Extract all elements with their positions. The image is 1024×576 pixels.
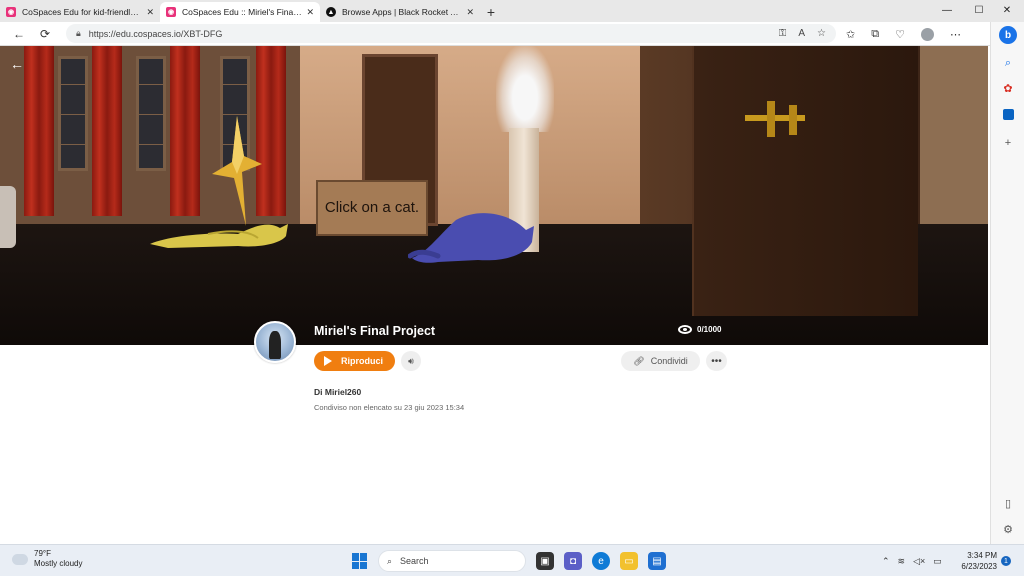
wifi-icon[interactable]: ≋ — [898, 556, 906, 567]
clock[interactable]: 3:34 PM 6/23/2023 — [955, 550, 997, 572]
steam — [496, 46, 554, 132]
play-icon — [324, 356, 332, 366]
link-icon: 🔗︎ — [633, 355, 645, 366]
profile-avatar[interactable] — [920, 27, 934, 41]
favorites-icon[interactable]: ✩ — [846, 28, 855, 41]
view-counter: 0/1000 — [678, 325, 721, 334]
url-field[interactable]: 🔒︎ https://edu.cospaces.io/XBT-DFG ⚿ A ☆ — [66, 24, 836, 43]
wolf-silhouette-icon — [269, 331, 281, 359]
tab-label: CoSpaces Edu for kid-friendly 3D — [22, 7, 143, 17]
curtain — [92, 46, 122, 216]
back-arrow-icon[interactable]: ← — [10, 56, 24, 72]
file-explorer-icon[interactable]: ▭ — [620, 552, 638, 570]
volume-muted-icon[interactable]: ◁× — [913, 556, 925, 567]
copilot-icon[interactable]: ✿ — [991, 77, 1024, 99]
tab-label: Browse Apps | Black Rocket Arca — [342, 7, 463, 17]
play-button[interactable]: Riproduci — [314, 351, 395, 371]
speaker-icon: 🔊︎ — [408, 355, 414, 366]
battery-icon[interactable]: ▭ — [933, 556, 942, 567]
microsoft-store-icon[interactable]: ▤ — [648, 552, 666, 570]
edge-sidebar: b ⌕ ✿ + ▯ ⚙ — [990, 22, 1024, 544]
notification-badge[interactable]: 1 — [1001, 556, 1011, 566]
url-text: https://edu.cospaces.io/XBT-DFG — [88, 28, 223, 39]
share-label: Condividi — [650, 356, 688, 366]
lock-icon: 🔒︎ — [76, 28, 81, 38]
extensions-icon[interactable]: ♡ — [895, 28, 905, 41]
tab-bar: ◉ CoSpaces Edu for kid-friendly 3D ✕ ◉ C… — [0, 0, 1024, 22]
tab-close-icon[interactable]: ✕ — [306, 7, 314, 18]
author-avatar[interactable] — [254, 321, 296, 363]
author-name[interactable]: Di Miriel260 — [314, 387, 361, 397]
door-handle-icon — [745, 101, 805, 137]
key-icon[interactable]: ⚿ — [779, 28, 787, 39]
more-menu-icon[interactable]: ⋯ — [950, 28, 961, 41]
search-icon[interactable]: ⌕ — [991, 52, 1024, 74]
tab-label: CoSpaces Edu :: Miriel's Final Proj — [182, 7, 303, 17]
weather-widget[interactable]: 79°F Mostly cloudy — [9, 549, 83, 569]
favorite-star-icon[interactable]: ☆ — [817, 28, 826, 39]
wardrobe-door — [692, 46, 918, 316]
chevron-up-icon[interactable]: ⌃ — [882, 556, 890, 567]
project-title: Miriel's Final Project — [314, 324, 436, 338]
weather-condition: Mostly cloudy — [34, 559, 83, 568]
black-rocket-favicon-icon: ▲ — [326, 7, 336, 17]
address-bar: ← ⟳ 🔒︎ https://edu.cospaces.io/XBT-DFG ⚿… — [0, 22, 990, 46]
edge-browser-icon[interactable]: e — [592, 552, 610, 570]
task-view-icon[interactable]: ▣ — [536, 552, 554, 570]
taskbar-search[interactable]: ⌕ Search — [378, 550, 526, 572]
teams-chat-icon[interactable]: ◘ — [564, 552, 582, 570]
outlook-icon[interactable] — [991, 103, 1024, 125]
new-tab-button[interactable]: + — [480, 2, 502, 22]
minimize-button[interactable]: — — [930, 0, 964, 20]
play-label: Riproduci — [341, 356, 383, 366]
sound-button[interactable]: 🔊︎ — [401, 351, 421, 371]
more-options-button[interactable]: ••• — [706, 351, 727, 371]
3d-scene-viewer[interactable]: Click on a cat. ← Miriel's Final Project… — [0, 46, 988, 345]
close-window-button[interactable]: ✕ — [990, 0, 1024, 20]
start-button[interactable] — [352, 553, 368, 569]
add-icon[interactable]: + — [991, 132, 1024, 154]
tab-black-rocket[interactable]: ▲ Browse Apps | Black Rocket Arca ✕ — [320, 2, 480, 22]
sidebar-toggle-icon[interactable]: ▯ — [991, 492, 1024, 514]
tab-cospaces-home[interactable]: ◉ CoSpaces Edu for kid-friendly 3D ✕ — [0, 2, 160, 22]
blue-cat[interactable] — [408, 206, 536, 264]
cospaces-favicon-icon: ◉ — [166, 7, 176, 17]
share-button[interactable]: 🔗︎ Condividi — [621, 351, 700, 371]
tab-miriel-project[interactable]: ◉ CoSpaces Edu :: Miriel's Final Proj ✕ — [160, 2, 320, 22]
left-object — [0, 186, 16, 248]
settings-gear-icon[interactable]: ⚙ — [991, 518, 1024, 540]
search-icon: ⌕ — [387, 555, 393, 566]
date: 6/23/2023 — [961, 562, 997, 571]
cloud-sun-icon — [9, 549, 28, 565]
collections-icon[interactable]: ⧉ — [871, 28, 879, 41]
time: 3:34 PM — [967, 551, 997, 560]
cospaces-favicon-icon: ◉ — [6, 7, 16, 17]
shared-info: Condiviso non elencato su 23 giu 2023 15… — [314, 403, 465, 412]
back-icon[interactable]: ← — [6, 22, 32, 46]
refresh-icon[interactable]: ⟳ — [32, 22, 58, 46]
taskbar: 79°F Mostly cloudy ⌕ Search ▣ ◘ e ▭ ▤ ⌃ … — [0, 544, 1024, 576]
golden-star-icon — [212, 116, 262, 226]
view-count: 0/1000 — [697, 325, 722, 334]
window — [136, 56, 166, 171]
tab-close-icon[interactable]: ✕ — [466, 7, 474, 18]
temperature: 79°F — [34, 549, 51, 558]
yellow-cat[interactable] — [148, 218, 290, 250]
more-dots-icon: ••• — [711, 355, 722, 367]
read-aloud-icon[interactable]: A — [798, 28, 805, 39]
system-tray: ⌃ ≋ ◁× ▭ — [882, 549, 942, 573]
tab-close-icon[interactable]: ✕ — [146, 7, 154, 18]
page-content: Click on a cat. ← Miriel's Final Project… — [0, 46, 990, 544]
curtain — [170, 46, 200, 216]
search-label: Search — [400, 556, 429, 566]
curtain — [24, 46, 54, 216]
window — [58, 56, 88, 171]
bing-chat-icon[interactable]: b — [991, 24, 1024, 46]
eye-icon — [678, 325, 692, 334]
